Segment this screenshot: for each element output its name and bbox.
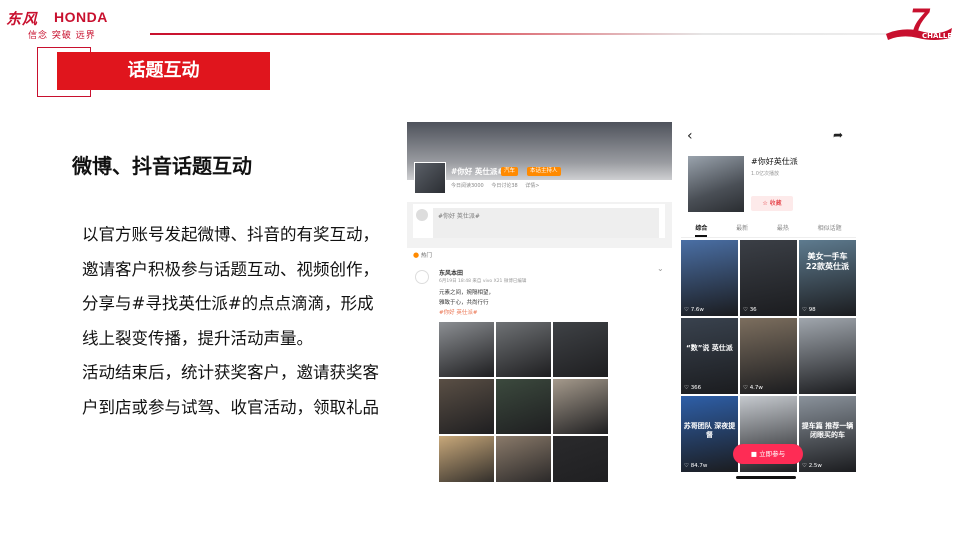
douyin-video-cell: ♡ 7.6w: [681, 240, 738, 316]
douyin-video-cell: ♡ 4.7w: [740, 318, 797, 394]
weibo-post-box: #你好 英仕派#: [413, 204, 665, 238]
douyin-video-likes: ♡ 366: [684, 385, 701, 391]
douyin-topic-cover: [688, 156, 744, 212]
douyin-views: 1.0亿次播放: [751, 171, 779, 177]
douyin-likes-count: 366: [690, 385, 702, 391]
heart-icon: ♡: [802, 463, 809, 469]
body-text: 以官方账号发起微博、抖音的有奖互动，邀请客户积极参与话题互动、视频创作，分享与#…: [82, 218, 382, 425]
weibo-post-meta: 6月19日 18:48 来自 vivo X21 微博已编辑: [439, 279, 527, 284]
chevron-down-icon: ⌄: [657, 264, 664, 273]
section-subtitle: 微博、抖音话题互动: [72, 154, 252, 178]
douyin-video-likes: ♡ 84.7w: [684, 463, 707, 469]
body-paragraph-1: 以官方账号发起微博、抖音的有奖互动，邀请客户积极参与话题互动、视频创作，分享与#…: [82, 225, 379, 348]
brand-cn: 东风: [6, 12, 39, 28]
douyin-video-cell: 美女一手车 22款英仕派 ♡ 98: [799, 240, 856, 316]
weibo-photo: [439, 322, 494, 377]
douyin-favorite-button: ☆ 收藏: [751, 196, 793, 211]
weibo-photo: [496, 322, 551, 377]
heart-icon: ♡: [743, 307, 750, 313]
douyin-tab: 最热: [776, 225, 789, 232]
douyin-likes-count: 7.6w: [690, 307, 704, 313]
douyin-video-cell: 提车篇 推荐一辆闭眼买的车 ♡ 2.5w: [799, 396, 856, 472]
weibo-topic: #你好 英仕派#: [451, 167, 504, 176]
body-paragraph-2: 活动结束后，统计获奖客户，邀请获奖客户到店或参与试驾、收官活动，领取礼品: [82, 363, 379, 417]
weibo-user-avatar: [415, 270, 429, 284]
weibo-photo-grid: [439, 322, 609, 482]
weibo-photo: [553, 322, 608, 377]
weibo-hot-text: 热门: [420, 253, 432, 259]
weibo-post-hashtag: #你好 英仕派#: [439, 310, 478, 316]
weibo-photo: [496, 436, 551, 482]
douyin-video-cell: “数”说 英仕派 ♡ 366: [681, 318, 738, 394]
douyin-video-cell: 苏哥团队 深夜提督 ♡ 84.7w: [681, 396, 738, 472]
weibo-photo: [553, 436, 608, 482]
douyin-video-caption: 提车篇 推荐一辆闭眼买的车: [801, 422, 854, 439]
douyin-tab: 最新: [736, 225, 749, 232]
weibo-post-line-2: 雅致于心，共尚行行: [439, 300, 489, 306]
weibo-photo: [439, 436, 494, 482]
heart-icon: ♡: [684, 385, 691, 391]
dongfeng-honda-logo: 东风 HONDA 信念 突破 远界: [6, 6, 146, 41]
star-icon: ☆: [762, 200, 768, 207]
weibo-tag-1: 汽车: [501, 167, 519, 176]
douyin-topic: #你好英仕派: [751, 157, 798, 166]
weibo-hot-section: ● 热门 东风本田 6月19日 18:48 来自 vivo X21 微博已编辑 …: [407, 248, 672, 482]
douyin-screenshot: ‹ ➦ #你好英仕派 1.0亿次播放 ☆ 收藏 综合 最新 最热 相似话题 ♡ 7.6…: [681, 122, 856, 483]
header-divider: [150, 33, 888, 35]
heart-icon: ♡: [802, 307, 809, 313]
fire-icon: ●: [413, 251, 420, 259]
weibo-hot-label: ● 热门: [413, 251, 432, 259]
douyin-join-button: ■ 立即参与: [733, 444, 803, 464]
douyin-video-caption: 苏哥团队 深夜提督: [683, 422, 736, 439]
douyin-tab: 综合: [695, 220, 708, 237]
douyin-likes-count: 36: [749, 307, 757, 313]
weibo-stats: 今日阅读3000 今日讨论38 详情>: [451, 183, 540, 189]
weibo-user-name: 东风本田: [439, 270, 464, 277]
douyin-likes-count: 98: [808, 307, 816, 313]
douyin-video-likes: ♡ 4.7w: [743, 385, 763, 391]
douyin-tabs: 综合 最新 最热 相似话题: [681, 220, 856, 238]
douyin-video-likes: ♡ 2.5w: [802, 463, 822, 469]
brand-slogan: 信念 突破 远界: [28, 31, 96, 41]
camera-icon: ■: [750, 450, 758, 458]
weibo-photo: [553, 379, 608, 434]
douyin-video-title: 美女一手车 22款英仕派: [805, 252, 850, 271]
title-bar: 话题互动: [57, 52, 270, 90]
weibo-topic-thumbnail: [414, 162, 446, 194]
challenge-badge: 7 CHALLENGE: [884, 4, 960, 46]
weibo-photo: [496, 379, 551, 434]
weibo-avatar: [416, 209, 428, 221]
douyin-video-cell: ♡ 36: [740, 240, 797, 316]
badge-text: CHALLENGE: [922, 32, 960, 40]
home-indicator: [736, 476, 796, 479]
douyin-video-likes: ♡ 98: [802, 307, 816, 313]
heart-icon: ♡: [684, 307, 691, 313]
weibo-photo: [439, 379, 494, 434]
weibo-tag-2: 本话主持人: [527, 167, 561, 176]
page-title: 话题互动: [127, 60, 200, 81]
douyin-video-likes: ♡ 36: [743, 307, 757, 313]
weibo-input: #你好 英仕派#: [433, 208, 659, 238]
weibo-post-line-1: 元素之间，婉隔相望，: [439, 290, 495, 296]
douyin-likes-count: 2.5w: [808, 463, 822, 469]
weibo-screenshot: #你好 英仕派# 汽车 本话主持人 今日阅读3000 今日讨论38 详情> #你…: [407, 122, 672, 482]
douyin-video-caption: “数”说 英仕派: [686, 344, 733, 352]
share-icon: ➦: [833, 128, 844, 142]
weibo-header-strip: [407, 180, 672, 202]
douyin-favorite-label: 收藏: [769, 200, 782, 207]
heart-icon: ♡: [743, 385, 750, 391]
douyin-video-cell: [799, 318, 856, 394]
brand-en: HONDA: [54, 9, 108, 25]
douyin-tab: 相似话题: [817, 225, 842, 232]
heart-icon: ♡: [684, 463, 691, 469]
slide: 东风 HONDA 信念 突破 远界 7 CHALLENGE 话题互动 微博、抖音…: [0, 0, 960, 540]
douyin-video-likes: ♡ 7.6w: [684, 307, 704, 313]
douyin-likes-count: 84.7w: [690, 463, 708, 469]
back-icon: ‹: [687, 128, 693, 144]
douyin-likes-count: 4.7w: [749, 385, 763, 391]
douyin-join-label: 立即参与: [759, 450, 786, 458]
